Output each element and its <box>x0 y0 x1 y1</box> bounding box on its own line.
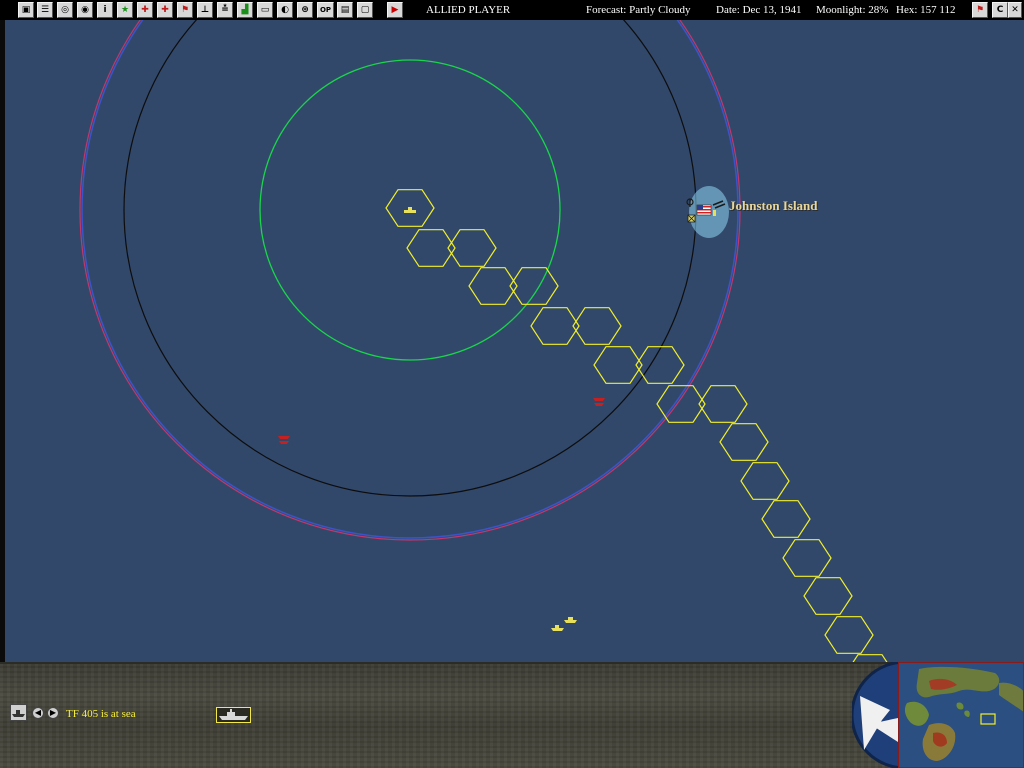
selected-ship-icon[interactable] <box>216 707 251 723</box>
convoy-icon[interactable]: ≛ <box>217 2 233 18</box>
window-icon[interactable]: ▣ <box>18 2 34 18</box>
info-icon[interactable]: i <box>97 2 113 18</box>
movement-hex <box>719 423 769 461</box>
movement-hex-path <box>385 189 888 662</box>
list-icon[interactable]: ☰ <box>37 2 53 18</box>
place-name-label[interactable]: Johnston Island <box>729 198 818 214</box>
base-list-icon[interactable]: ◉ <box>77 2 93 18</box>
strategic-map[interactable]: Johnston Island <box>5 20 1024 662</box>
airbase-icon[interactable]: ◎ <box>57 2 73 18</box>
hex-coordinate-label: Hex: 157 112 <box>896 4 956 16</box>
movement-hex <box>698 385 748 423</box>
play-turn-icon[interactable]: ▶ <box>387 2 403 18</box>
next-arrow-icon[interactable]: ▶ <box>47 707 59 719</box>
movement-hex <box>761 500 811 538</box>
nationality-emblem-icon <box>852 662 898 768</box>
movement-hex <box>824 616 874 654</box>
movement-hex <box>530 307 580 345</box>
fleet-icon[interactable]: ▭ <box>257 2 273 18</box>
friendly-ship-marker[interactable] <box>551 625 564 631</box>
task-force-marker[interactable] <box>404 207 416 213</box>
flag-icon[interactable]: ⚑ <box>177 2 193 18</box>
ship-list-icon[interactable] <box>10 704 27 721</box>
movement-hex <box>803 577 853 615</box>
outer-range-ring-blue <box>81 20 739 539</box>
supply-depot-icon <box>687 214 696 223</box>
date-label: Date: Dec 13, 1941 <box>716 4 802 16</box>
movement-hex <box>572 307 622 345</box>
screen-icon[interactable]: ▢ <box>357 2 373 18</box>
target-icon[interactable]: ⊛ <box>297 2 313 18</box>
movement-hex <box>635 346 685 384</box>
enemy-contact-marker[interactable] <box>278 436 290 444</box>
movement-hex <box>852 654 888 662</box>
us-flag-icon <box>696 204 712 216</box>
top-toolbar: ▣ ☰ ◎ ◉ i ★ ✚ ✚ ⚑ ⊥ ≛ ▟ ▭ ◐ ⊛ OP ▤ ▢ ▶ A… <box>0 0 1024 20</box>
player-label: ALLIED PLAYER <box>426 4 511 16</box>
outer-range-ring <box>79 20 741 541</box>
base-marker <box>713 210 716 216</box>
task-force-status: TF 405 is at sea <box>66 708 136 720</box>
star-icon[interactable]: ★ <box>117 2 133 18</box>
chart-icon[interactable]: ▟ <box>237 2 253 18</box>
overview-minimap[interactable] <box>898 662 1024 768</box>
aircraft-blue-icon[interactable]: ✚ <box>157 2 173 18</box>
middle-range-ring <box>123 20 697 497</box>
combat-button[interactable]: C <box>992 2 1008 18</box>
ship-icon[interactable]: ⊥ <box>197 2 213 18</box>
moonlight-label: Moonlight: 28% <box>816 4 889 16</box>
friendly-ship-marker[interactable] <box>564 617 577 623</box>
globe-icon[interactable]: ◐ <box>277 2 293 18</box>
enemy-contact-marker[interactable] <box>593 398 605 406</box>
report-icon[interactable]: ▤ <box>337 2 353 18</box>
flag-toggle-icon[interactable]: ⚑ <box>972 2 988 18</box>
forecast-label: Forecast: Partly Cloudy <box>586 4 691 16</box>
previous-arrow-icon[interactable]: ◀ <box>32 707 44 719</box>
op-button[interactable]: OP <box>317 2 334 18</box>
map-overlay <box>79 20 888 662</box>
movement-hex <box>782 539 832 577</box>
movement-hex <box>740 462 790 500</box>
movement-hex <box>593 346 643 384</box>
aircraft-red-icon[interactable]: ✚ <box>137 2 153 18</box>
close-icon[interactable]: ✕ <box>1008 2 1022 18</box>
